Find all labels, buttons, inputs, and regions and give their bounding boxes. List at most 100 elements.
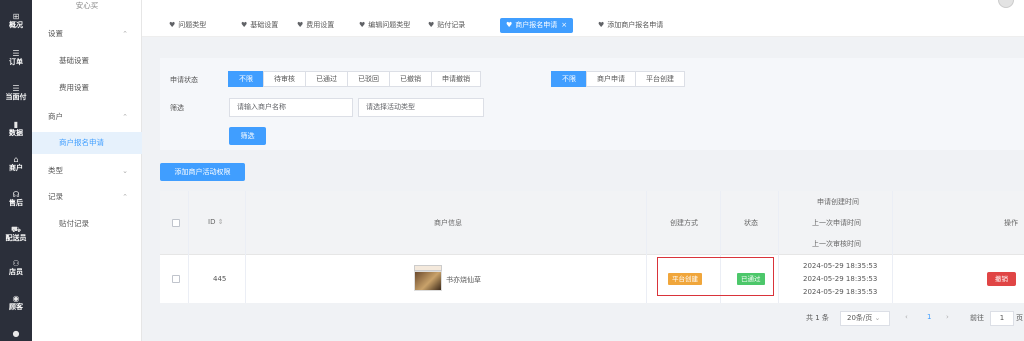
status-option[interactable]: 已通过	[305, 71, 348, 87]
goto-page-input[interactable]: 1	[990, 311, 1014, 326]
heart-icon: ♥	[241, 21, 248, 29]
revoke-button[interactable]: 撤销	[987, 272, 1016, 286]
column-header-action: 操作	[1004, 219, 1018, 227]
created-time: 2024-05-29 18:35:53	[803, 262, 878, 270]
menu-group-label: 商户	[48, 112, 63, 121]
filter-button[interactable]: 筛选	[229, 127, 266, 145]
rail-item-facepay[interactable]: ☰ 当面付	[0, 84, 32, 102]
close-icon[interactable]: ×	[561, 21, 567, 29]
menu-item-fee-settings[interactable]: 费用设置	[32, 77, 142, 99]
heart-icon: ♥	[169, 21, 176, 29]
chevron-up-icon: ⌃	[122, 193, 128, 201]
rail-item-more[interactable]: ●	[0, 329, 32, 338]
tab-label: 商户报名申请	[515, 21, 558, 29]
column-header-merchant-info: 商户信息	[434, 219, 462, 227]
status-option[interactable]: 待审核	[263, 71, 306, 87]
menu-group-type[interactable]: 类型 ⌄	[32, 160, 142, 182]
merchant-signup-table: ID ⇕ 商户信息 创建方式 状态 申请创建时间 上一次申请时间 上一次审核时间…	[160, 191, 1024, 303]
menu-group-label: 类型	[48, 166, 63, 175]
merchant-name[interactable]: 书亦烧仙草	[446, 275, 481, 285]
pay-icon: ☰	[12, 84, 20, 93]
tab-edit-question-type[interactable]: ♥ 编辑问题类型	[359, 18, 410, 33]
rail-label: 配送员	[5, 234, 27, 242]
sort-icon[interactable]: ⇕	[218, 218, 224, 226]
dashboard-icon: ⊞	[12, 12, 20, 21]
column-divider	[892, 191, 893, 303]
chevron-down-icon: ⌄	[874, 314, 881, 322]
rail-item-staff[interactable]: ⚇ 店员	[0, 259, 32, 277]
tab-label: 费用设置	[306, 21, 335, 29]
tab-bar: ♥ 问题类型 ♥ 基础设置 ♥ 费用设置 ♥ 编辑问题类型 ♥ 贴付记录 ♥ 商户报名申请 ×…	[142, 0, 1024, 37]
next-page-button[interactable]: ›	[946, 313, 949, 321]
merchant-image	[414, 271, 442, 291]
column-header-created-time: 申请创建时间	[817, 198, 859, 206]
rail-item-courier[interactable]: ⛟ 配送员	[0, 225, 32, 243]
rail-item-merchant[interactable]: ⌂ 商户	[0, 155, 32, 173]
tab-basic-settings[interactable]: ♥ 基础设置	[241, 18, 278, 33]
menu-group-settings[interactable]: 设置 ⌃	[32, 23, 142, 45]
tab-add-merchant-signup[interactable]: ♥ 添加商户报名申请	[598, 18, 663, 33]
page-size-select[interactable]: 20条/页 ⌄	[840, 311, 890, 326]
rail-item-overview[interactable]: ⊞ 概况	[0, 12, 32, 30]
column-divider	[778, 191, 779, 303]
rail-item-customer[interactable]: ◉ 顾客	[0, 294, 32, 312]
column-header-status: 状态	[744, 219, 758, 227]
status-option[interactable]: 申请撤销	[431, 71, 481, 87]
rail-label: 商户	[9, 164, 23, 172]
merchant-name-input[interactable]: 请输入商户名称	[229, 98, 353, 117]
activity-type-select[interactable]: 请选择活动类型	[358, 98, 484, 117]
source-option[interactable]: 平台创建	[635, 71, 685, 87]
tab-label: 添加商户报名申请	[607, 21, 664, 29]
status-option[interactable]: 已撤销	[389, 71, 432, 87]
menu-item-top[interactable]: 安心买	[32, 0, 142, 17]
tab-sticker-records[interactable]: ♥ 贴付记录	[428, 18, 465, 33]
menu-group-label: 记录	[48, 192, 63, 201]
rail-label: 顾客	[9, 303, 23, 311]
last-reviewed-time: 2024-05-29 18:35:53	[803, 288, 878, 296]
tab-label: 问题类型	[178, 21, 207, 29]
rail-item-orders[interactable]: ☰ 订单	[0, 49, 32, 67]
prev-page-button[interactable]: ‹	[905, 313, 908, 321]
status-filter-label: 申请状态	[170, 76, 198, 84]
heart-icon: ♥	[297, 21, 304, 29]
tab-fee-settings[interactable]: ♥ 费用设置	[297, 18, 334, 33]
select-all-checkbox[interactable]	[172, 219, 180, 227]
column-divider	[245, 191, 246, 303]
menu-item-merchant-signup[interactable]: 商户报名申请	[32, 132, 142, 154]
column-header-last-reviewed: 上一次审核时间	[812, 240, 861, 248]
menu-item-sticker-records[interactable]: 贴付记录	[32, 213, 142, 235]
source-option[interactable]: 商户申请	[586, 71, 636, 87]
chevron-down-icon: ⌄	[122, 167, 128, 175]
page-size-value: 20条/页	[847, 314, 873, 322]
headset-icon: ☊	[12, 190, 20, 199]
menu-group-records[interactable]: 记录 ⌃	[32, 186, 142, 208]
column-header-create-method: 创建方式	[670, 219, 698, 227]
column-header-id[interactable]: ID ⇕	[208, 218, 224, 226]
chart-icon: ▮	[13, 120, 19, 129]
rail-label: 概况	[9, 21, 23, 29]
heart-icon: ♥	[598, 21, 605, 29]
status-badge: 已通过	[737, 273, 765, 285]
tab-question-type[interactable]: ♥ 问题类型	[169, 18, 206, 33]
order-icon: ☰	[12, 49, 20, 58]
status-option[interactable]: 不限	[228, 71, 264, 87]
column-header-last-applied: 上一次申请时间	[812, 219, 861, 227]
status-option[interactable]: 已驳回	[347, 71, 390, 87]
side-menu: 安心买 设置 ⌃ 基础设置 费用设置 商户 ⌃ 商户报名申请 类型 ⌄ 记录 ⌃…	[32, 0, 142, 341]
rail-item-data[interactable]: ▮ 数据	[0, 120, 32, 138]
rail-label: 店员	[9, 268, 23, 276]
chevron-up-icon: ⌃	[122, 30, 128, 38]
rail-label: 当面付	[5, 93, 27, 101]
page-number[interactable]: 1	[927, 313, 931, 321]
add-merchant-permission-button[interactable]: 添加商户活动权限	[160, 163, 245, 181]
rail-label: 数据	[9, 129, 23, 137]
rail-item-aftersale[interactable]: ☊ 售后	[0, 190, 32, 208]
row-id: 445	[213, 275, 227, 283]
row-checkbox[interactable]	[172, 275, 180, 283]
tab-merchant-signup[interactable]: ♥ 商户报名申请 ×	[500, 18, 574, 33]
avatar[interactable]	[998, 0, 1014, 8]
menu-group-label: 设置	[48, 29, 63, 38]
source-option[interactable]: 不限	[551, 71, 587, 87]
menu-item-basic-settings[interactable]: 基础设置	[32, 50, 142, 72]
menu-group-merchant[interactable]: 商户 ⌃	[32, 106, 142, 128]
